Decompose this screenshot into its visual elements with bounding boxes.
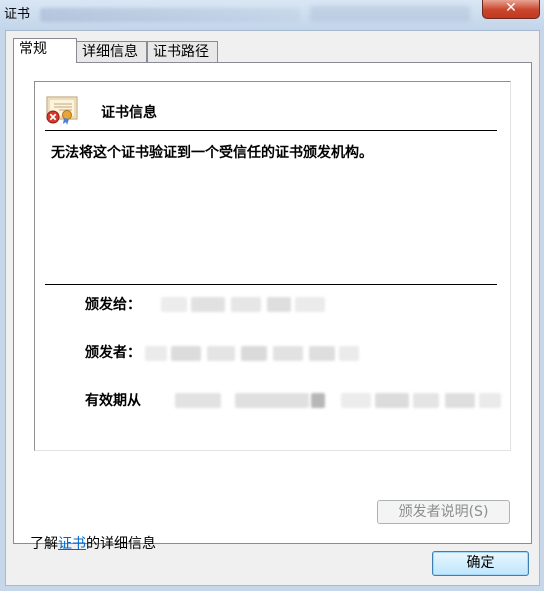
- title-bar: 证书 ✕: [0, 0, 544, 30]
- dialog-client-area: 常规 详细信息 证书路径 证书信息 无法将这个证书验证到一个受信任的证书颁发机构…: [5, 30, 540, 586]
- issued-by-value-redacted: [145, 345, 361, 363]
- tab-certification-path[interactable]: 证书路径: [147, 41, 218, 63]
- issued-to-label: 颁发给：: [85, 297, 141, 313]
- general-tab-panel: 证书信息 无法将这个证书验证到一个受信任的证书颁发机构。 颁发给： 颁发者： 有…: [13, 62, 532, 552]
- blurred-background-title: [40, 8, 300, 22]
- valid-from-label: 有效期从: [85, 393, 141, 409]
- learn-more-certificate-link[interactable]: 证书: [58, 536, 86, 552]
- close-button[interactable]: ✕: [482, 0, 540, 19]
- certificate-info-box: 证书信息 无法将这个证书验证到一个受信任的证书颁发机构。 颁发给： 颁发者： 有…: [34, 81, 511, 451]
- learn-more-suffix: 的详细信息: [86, 536, 156, 552]
- trust-error-message: 无法将这个证书验证到一个受信任的证书颁发机构。: [51, 145, 373, 161]
- tab-details[interactable]: 详细信息: [76, 41, 147, 63]
- validity-dates-redacted: [175, 392, 505, 410]
- tab-general[interactable]: 常规: [13, 38, 77, 63]
- tab-details-label: 详细信息: [82, 44, 138, 60]
- issuer-statement-label: 颁发者说明(S): [398, 504, 489, 520]
- tab-general-label: 常规: [19, 41, 47, 57]
- issued-to-value-redacted: [161, 296, 331, 314]
- fields-divider: [45, 284, 497, 285]
- section-title: 证书信息: [101, 105, 157, 121]
- learn-more-prefix: 了解: [30, 536, 58, 552]
- certificate-error-icon: [46, 96, 78, 125]
- tab-certification-path-label: 证书路径: [153, 44, 209, 60]
- issuer-statement-button[interactable]: 颁发者说明(S): [377, 500, 510, 524]
- window-title: 证书: [4, 7, 31, 22]
- blurred-background-toolbar: [310, 6, 470, 22]
- ok-button[interactable]: 确定: [432, 551, 529, 576]
- learn-more-text: 了解证书的详细信息: [30, 533, 156, 553]
- title-divider: [45, 130, 497, 131]
- ok-button-label: 确定: [466, 555, 495, 571]
- issued-by-label: 颁发者：: [85, 345, 141, 361]
- close-icon: ✕: [505, 0, 517, 16]
